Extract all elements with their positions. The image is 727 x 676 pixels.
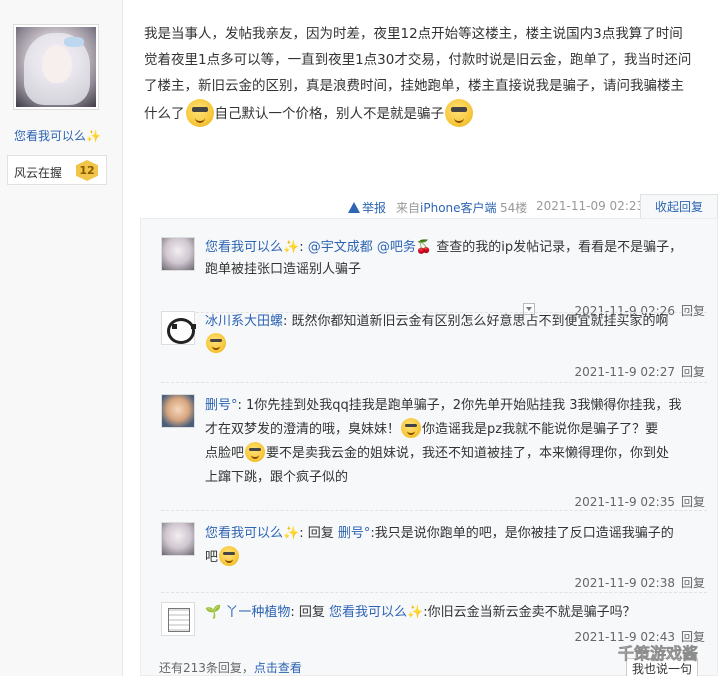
- view-more-link[interactable]: 点击查看: [254, 661, 302, 675]
- cool-emoji-icon: [185, 99, 214, 127]
- reply-label: 回复: [307, 526, 334, 541]
- smile-emoji-icon: [401, 418, 422, 438]
- reply-text: 点脸吧: [205, 446, 245, 461]
- avatar[interactable]: [161, 394, 195, 428]
- reply-label: 回复: [298, 605, 325, 620]
- post-content: 我是当事人，发帖我亲友，因为时差，夜里12点开始等这楼主，楼主说国内3点我算了时…: [144, 21, 714, 127]
- mention-link[interactable]: @宇文成都: [308, 240, 373, 255]
- reply-text: :我只是说你跑单的吧，是你被挂了反口造谣我骗子的: [370, 526, 674, 541]
- sparkle-icon: ✨: [283, 240, 300, 255]
- more-replies-count: 还有213条回复，: [159, 661, 254, 675]
- report-link[interactable]: 举报: [348, 199, 386, 216]
- reply-target-link[interactable]: 删号°: [338, 526, 371, 541]
- reply-text: 上蹿下跳，跟个疯子似的: [205, 470, 349, 485]
- reply-content: 🌱 丫一种植物: 回复 您看我可以么✨:你旧云金当新云金卖不就是骗子吗？: [205, 605, 636, 620]
- reply-target-link[interactable]: 您看我可以么: [329, 605, 407, 620]
- divider: [161, 592, 707, 593]
- reply-meta: 2021-11-9 02:27 回复: [574, 363, 705, 380]
- reply-content: 您看我可以么✨: 回复 删号°:我只是说你跑单的吧，是你被挂了反口造谣我骗子的 …: [205, 526, 674, 566]
- avatar[interactable]: [161, 237, 195, 271]
- post-line: 我是当事人，发帖我亲友，因为时差，夜里12点开始等这楼主，楼主说国内3点我算了时…: [144, 26, 683, 42]
- report-label[interactable]: 举报: [362, 201, 386, 215]
- reply-author[interactable]: 您看我可以么: [205, 240, 283, 255]
- cherry-icon: 🍒: [415, 240, 433, 255]
- reply-author[interactable]: 冰川系大田螺: [205, 314, 283, 329]
- author-avatar[interactable]: [13, 24, 99, 110]
- reply-author[interactable]: 您看我可以么: [205, 526, 283, 541]
- reply-button[interactable]: 回复: [681, 576, 705, 590]
- post-text-segment: 自己默认一个价格，别人不是就是骗子: [214, 106, 445, 122]
- reply-button[interactable]: 回复: [681, 495, 705, 509]
- post-line: 什么了 自己默认一个价格，别人不是就是骗子: [144, 99, 714, 127]
- warning-icon: [348, 202, 360, 213]
- smile-emoji-icon: [219, 546, 240, 566]
- floor-number: 54楼: [500, 201, 528, 215]
- reply-author[interactable]: 丫一种植物: [225, 605, 290, 620]
- cool-emoji-icon: [445, 99, 473, 127]
- author-name[interactable]: 您看我可以么✨: [14, 127, 101, 144]
- member-badge[interactable]: 风云在握 12: [7, 155, 107, 185]
- sparkle-icon: ✨: [283, 526, 300, 541]
- reply-text: 既然你都知道新旧云金有区别怎么好意思占不到便宜就挂买家的啊: [291, 314, 669, 329]
- reply-meta: 2021-11-9 02:35 回复: [574, 493, 705, 510]
- reply-text: 才在双梦发的澄清的哦，臭妹妹！: [205, 422, 401, 437]
- reply-content: 您看我可以么✨: @宇文成都 @吧务🍒 查查的我的ip发帖记录，看看是不是骗子，…: [205, 240, 683, 277]
- reply-meta: 2021-11-9 02:38 回复: [574, 574, 705, 591]
- reply-time: 2021-11-9 02:35: [574, 495, 675, 509]
- post-time: 2021-11-09 02:23: [536, 199, 645, 213]
- avatar-image: [16, 27, 96, 107]
- badge-label: 风云在握: [14, 166, 63, 180]
- post-footer: 举报 来自iPhone客户端 54楼 2021-11-09 02:23 收起回复: [140, 194, 718, 218]
- reply-text: 你造谣我是pz我就不能说你是骗子了？要: [422, 422, 659, 437]
- more-replies: 还有213条回复，点击查看: [159, 659, 302, 676]
- watermark: 千策游戏酱: [618, 644, 699, 664]
- reply-text: :你旧云金当新云金卖不就是骗子吗？: [423, 605, 636, 620]
- smile-emoji-icon: [245, 442, 266, 462]
- post-line: 了楼主，新旧云金的区别，真是浪费时间，挂她跑单，楼主直接说我是骗子，请问我骗楼主: [144, 78, 684, 94]
- smile-emoji-icon: [206, 333, 226, 353]
- reply-list: 您看我可以么✨: @宇文成都 @吧务🍒 查查的我的ip发帖记录，看看是不是骗子，…: [140, 218, 718, 676]
- post-source: 来自iPhone客户端: [396, 199, 497, 216]
- reply-text: 查查的我的ip发帖记录，看看是不是骗子，: [436, 240, 683, 255]
- leaf-icon: 🌱: [205, 605, 222, 620]
- collapse-replies-button[interactable]: 收起回复: [640, 194, 718, 218]
- avatar[interactable]: [161, 311, 196, 345]
- reply-content: 冰川系大田螺: 既然你都知道新旧云金有区别怎么好意思占不到便宜就挂买家的啊: [205, 311, 705, 356]
- source-client-link[interactable]: iPhone客户端: [420, 201, 497, 215]
- avatar[interactable]: [161, 522, 195, 556]
- post-text-segment: 什么了: [144, 106, 185, 122]
- reply-text: 吧: [205, 550, 219, 565]
- reply-text: 1你先挂到处我qq挂我是跑单骗子，2你先单开始贴挂我 3我懒得你挂我，我: [246, 398, 682, 413]
- author-column: 您看我可以么✨ 风云在握 12: [0, 0, 123, 676]
- divider: [161, 510, 707, 511]
- sparkle-icon: ✨: [86, 129, 101, 143]
- reply-content: 删号°: 1你先挂到处我qq挂我是跑单骗子，2你先单开始贴挂我 3我懒得你挂我，…: [205, 398, 682, 485]
- reply-time: 2021-11-9 02:27: [574, 365, 675, 379]
- avatar[interactable]: [161, 602, 195, 636]
- reply-button[interactable]: 回复: [681, 365, 705, 379]
- divider: [161, 382, 707, 383]
- mention-link[interactable]: @吧务: [377, 240, 416, 255]
- reply-author[interactable]: 删号°: [205, 398, 238, 413]
- post-line: 觉着夜里1点多可以等，一直到夜里1点30才交易，付款时说是旧云金，跑单了，我当时…: [144, 52, 692, 68]
- source-prefix: 来自: [396, 201, 421, 215]
- reply-text: 跑单被挂张口造谣别人骗子: [205, 262, 362, 277]
- level-badge-icon: 12: [76, 160, 98, 181]
- sparkle-icon: ✨: [407, 605, 424, 620]
- reply-time: 2021-11-9 02:38: [574, 576, 675, 590]
- author-name-text[interactable]: 您看我可以么: [14, 129, 86, 143]
- reply-text: 要不是卖我云金的姐妹说，我还不知道被挂了，本来懒得理你，你到处: [266, 446, 670, 461]
